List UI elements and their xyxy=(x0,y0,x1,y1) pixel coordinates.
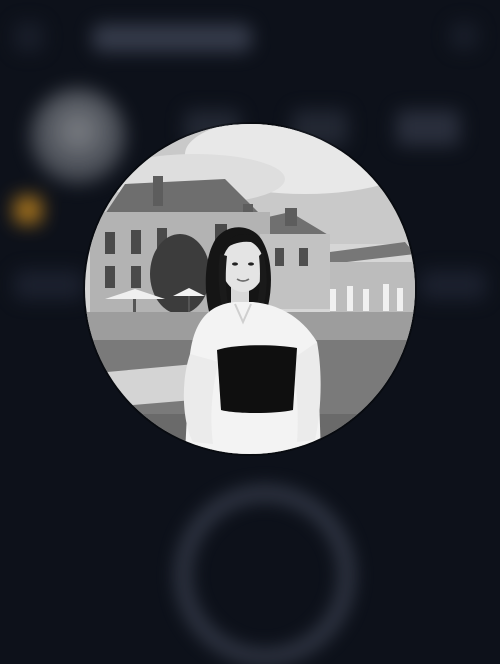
avatar xyxy=(30,88,126,184)
profile-tag-right xyxy=(420,270,486,300)
profile-photo xyxy=(85,124,415,454)
more-icon xyxy=(450,22,478,50)
profile-name xyxy=(92,24,252,52)
avatar-preview[interactable] xyxy=(85,124,415,454)
profile-tag-left xyxy=(14,270,84,300)
stat-likes xyxy=(396,110,460,146)
bottom-ring xyxy=(176,486,354,664)
back-icon xyxy=(14,22,44,52)
badge-icon xyxy=(14,196,42,224)
